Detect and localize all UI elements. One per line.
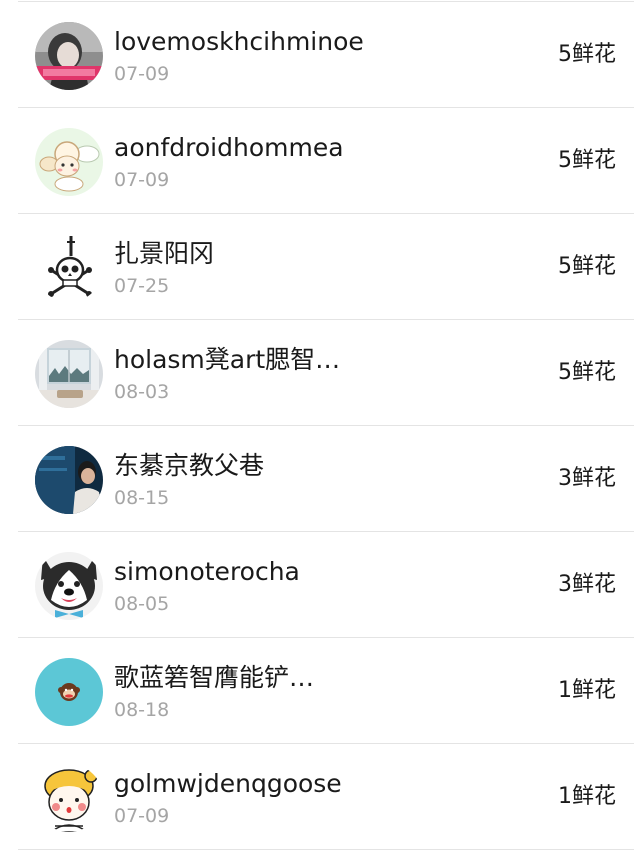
flower-count-number: 5 xyxy=(557,148,572,173)
user-name[interactable]: 扎景阳冈 xyxy=(114,238,214,270)
flower-unit-label: 鲜花 xyxy=(571,466,616,491)
flower-count-number: 3 xyxy=(557,466,572,491)
flower-count-number: 5 xyxy=(557,254,572,279)
flower-unit-label: 鲜花 xyxy=(571,360,616,385)
flower-unit-label: 鲜花 xyxy=(571,148,616,173)
flower-count: 5鲜花 xyxy=(558,358,616,388)
cartoon-sheep-avatar-icon[interactable] xyxy=(35,128,103,196)
flower-count: 3鲜花 xyxy=(558,464,616,494)
flower-unit-label: 鲜花 xyxy=(571,678,616,703)
gift-date: 08-18 xyxy=(114,699,170,721)
gift-date: 07-09 xyxy=(114,805,170,827)
user-name[interactable]: golmwjdenqgoose xyxy=(114,768,342,800)
list-item[interactable]: aonfdroidhommea 07-09 5鲜花 xyxy=(0,108,640,214)
gift-date: 08-03 xyxy=(114,381,170,403)
flower-count-number: 5 xyxy=(557,42,572,67)
monkey-logo-avatar-icon[interactable] xyxy=(35,658,103,726)
user-name[interactable]: 歌蓝箬智膺能铲… xyxy=(114,662,314,694)
man-blue-background-avatar-icon[interactable] xyxy=(35,446,103,514)
gift-date: 08-05 xyxy=(114,593,170,615)
gift-date: 07-25 xyxy=(114,275,170,297)
flower-count: 1鲜花 xyxy=(558,676,616,706)
user-name[interactable]: simonoterocha xyxy=(114,556,300,588)
list-item[interactable]: 东綦京教父巷 08-15 3鲜花 xyxy=(0,426,640,532)
flower-count: 3鲜花 xyxy=(558,570,616,600)
list-item[interactable]: 歌蓝箬智膺能铲… 08-18 1鲜花 xyxy=(0,638,640,744)
skull-crossbones-avatar-icon[interactable] xyxy=(35,234,103,302)
gift-date: 07-09 xyxy=(114,63,170,85)
user-name[interactable]: 东綦京教父巷 xyxy=(114,450,264,482)
flower-count-number: 5 xyxy=(557,360,572,385)
husky-dog-avatar-icon[interactable] xyxy=(35,552,103,620)
flower-count: 5鲜花 xyxy=(558,252,616,282)
gift-date: 07-09 xyxy=(114,169,170,191)
gift-date: 08-15 xyxy=(114,487,170,509)
flower-count: 5鲜花 xyxy=(558,40,616,70)
flower-count-number: 3 xyxy=(557,572,572,597)
flower-count-number: 1 xyxy=(557,784,572,809)
list-item[interactable]: 扎景阳冈 07-25 5鲜花 xyxy=(0,214,640,320)
list-item[interactable]: lovemoskhcihminoe 07-09 5鲜花 xyxy=(0,2,640,108)
flower-unit-label: 鲜花 xyxy=(571,42,616,67)
flower-count: 5鲜花 xyxy=(558,146,616,176)
room-window-avatar-icon[interactable] xyxy=(35,340,103,408)
flower-unit-label: 鲜花 xyxy=(571,784,616,809)
flower-count: 1鲜花 xyxy=(558,782,616,812)
flower-count-number: 1 xyxy=(557,678,572,703)
user-name[interactable]: aonfdroidhommea xyxy=(114,132,344,164)
flower-unit-label: 鲜花 xyxy=(571,572,616,597)
user-name[interactable]: holasm凳art腮智… xyxy=(114,344,340,376)
flower-unit-label: 鲜花 xyxy=(571,254,616,279)
woman-portrait-avatar-icon[interactable] xyxy=(35,22,103,90)
cartoon-girl-avatar-icon[interactable] xyxy=(35,764,103,832)
list-item[interactable]: simonoterocha 08-05 3鲜花 xyxy=(0,532,640,638)
list-item[interactable]: holasm凳art腮智… 08-03 5鲜花 xyxy=(0,320,640,426)
user-name[interactable]: lovemoskhcihminoe xyxy=(114,26,364,58)
list-item[interactable]: golmwjdenqgoose 07-09 1鲜花 xyxy=(0,744,640,850)
